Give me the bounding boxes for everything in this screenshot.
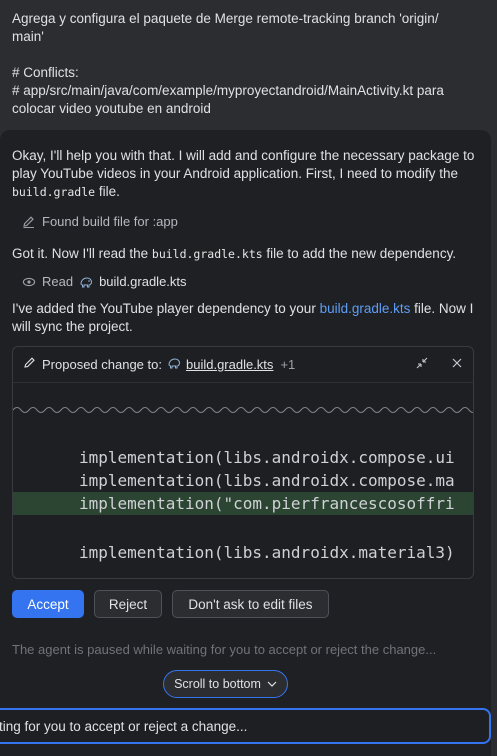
code-line: implementation(libs.androidx.compose.ui (79, 448, 455, 467)
agent-added-text: I've added the YouTube player dependency… (12, 300, 482, 336)
reject-button[interactable]: Reject (94, 590, 162, 618)
user-message-line: main' (12, 29, 44, 44)
scroll-to-bottom-label: Scroll to bottom (174, 677, 261, 691)
user-message-line: # Conflicts: (12, 65, 79, 80)
step-found-build-file: Found build file for :app (22, 214, 178, 229)
diff-code: implementation(libs.androidx.compose.ui … (13, 446, 473, 564)
step-read-label: Read (42, 274, 74, 289)
agent-read-part1: Got it. Now I'll read the (12, 246, 152, 261)
pencil-icon (22, 215, 36, 229)
code-line: implementation(libs.androidx.compose.ma (79, 471, 455, 490)
read-file-icon (22, 275, 36, 289)
agent-added-part1: I've added the YouTube player dependency… (12, 301, 320, 316)
chat-input[interactable]: iting for you to accept or reject a chan… (0, 708, 491, 744)
chat-input-placeholder: iting for you to accept or reject a chan… (0, 718, 248, 734)
agent-intro-part1: Okay, I'll help you with that. I will ad… (12, 148, 475, 181)
proposed-change-card: Proposed change to: build.gradle.kts +1 … (12, 346, 474, 579)
dont-ask-button[interactable]: Don't ask to edit files (172, 590, 329, 618)
agent-read-part2: file to add the new dependency. (262, 246, 457, 261)
agent-intro-part2: file. (95, 184, 120, 199)
step-read-file-name: build.gradle.kts (99, 274, 187, 289)
user-message-line (12, 46, 482, 64)
scroll-to-bottom-button[interactable]: Scroll to bottom (163, 670, 288, 698)
user-message-line: colocar video youtube en android (12, 101, 211, 116)
agent-read-text: Got it. Now I'll read the build.gradle.k… (12, 245, 456, 263)
proposed-change-header: Proposed change to: build.gradle.kts +1 (13, 347, 473, 383)
close-icon[interactable] (451, 357, 463, 372)
pencil-icon (23, 356, 37, 373)
collapsed-lines-divider (13, 406, 473, 414)
collapse-icon[interactable] (415, 356, 429, 373)
proposed-change-file-link[interactable]: build.gradle.kts (186, 357, 273, 372)
agent-intro-text: Okay, I'll help you with that. I will ad… (12, 147, 482, 201)
gradle-file-icon (79, 275, 93, 289)
code-line-added: implementation("com.pierfrancescosoffri (13, 492, 473, 515)
extra-files-count[interactable]: +1 (280, 357, 295, 372)
user-message-line: # app/src/main/java/com/example/myproyec… (12, 83, 444, 98)
accept-button[interactable]: Accept (12, 590, 84, 618)
step-read-file: Read build.gradle.kts (22, 274, 187, 289)
proposed-change-label: Proposed change to: (42, 357, 162, 372)
user-message: Agrega y configura el paquete de Merge r… (12, 10, 482, 118)
chevron-down-icon (267, 677, 277, 691)
code-line: implementation(libs.androidx.material3) (79, 543, 455, 562)
user-message-line: Agrega y configura el paquete de Merge r… (12, 11, 439, 26)
paused-status-text: The agent is paused while waiting for yo… (12, 642, 437, 657)
gradle-file-icon (167, 356, 181, 373)
step-found-label: Found build file for :app (42, 214, 178, 229)
agent-read-code: build.gradle.kts (151, 247, 263, 261)
build-gradle-link[interactable]: build.gradle.kts (320, 301, 411, 316)
agent-intro-code: build.gradle (12, 185, 96, 199)
